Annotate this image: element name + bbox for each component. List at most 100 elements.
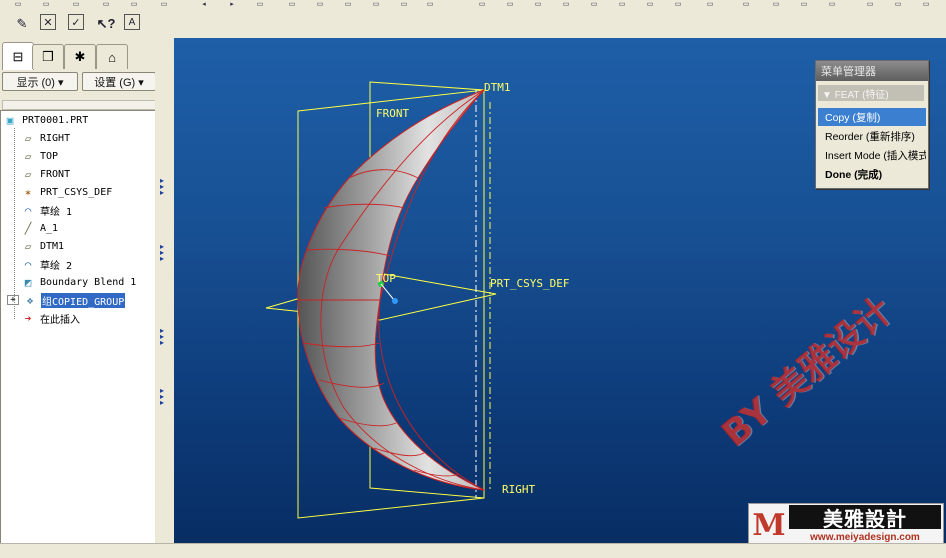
tree-item-csys[interactable]: ✶ PRT_CSYS_DEF <box>21 184 113 200</box>
tree-item-label: 在此插入 <box>40 314 80 326</box>
tree-item-label: FRONT <box>40 168 71 180</box>
zoom-out-icon[interactable]: ▭ <box>556 0 576 8</box>
view-manager-icon[interactable]: ▭ <box>640 0 660 8</box>
menu-item-reorder[interactable]: Reorder (重新排序) <box>818 127 926 145</box>
tree-item-sketch1[interactable]: ⌒ 草绘 1 <box>21 202 73 218</box>
tree-item-insert-here[interactable]: ➔ 在此插入 <box>21 310 81 326</box>
collapse-grip-icon[interactable]: ▸ ▸ ▸ <box>160 177 164 206</box>
group-icon: ❖ <box>26 293 34 307</box>
tree-item-label: PRT0001.PRT <box>22 114 89 126</box>
wireframe-icon[interactable]: ▭ <box>668 0 688 8</box>
save-icon[interactable]: ▭ <box>66 0 86 8</box>
find-icon[interactable]: ▭ <box>394 0 414 8</box>
tree-item-boundary-blend[interactable]: ◩ Boundary Blend 1 <box>21 274 137 290</box>
axis-icon: ╱ <box>24 221 32 235</box>
cut-icon[interactable]: ▭ <box>250 0 270 8</box>
tree-item-right[interactable]: ▱ RIGHT <box>21 130 71 146</box>
menu-item-insert-mode[interactable]: Insert Mode (插入模式) <box>818 146 926 164</box>
csys-icon: ✶ <box>24 185 32 199</box>
annotation-display-icon[interactable]: ▭ <box>888 0 908 8</box>
expand-icon[interactable]: + <box>7 295 19 305</box>
tree-item-label: RIGHT <box>40 132 71 144</box>
mail-icon[interactable]: ▭ <box>124 0 144 8</box>
shading-icon[interactable]: ▭ <box>736 0 756 8</box>
undo-icon[interactable]: ◂ <box>194 0 214 8</box>
tree-item-label: 草绘 2 <box>40 260 73 272</box>
menu-manager-title[interactable]: 菜单管理器 <box>816 61 928 81</box>
tree-item-root[interactable]: ▣ PRT0001.PRT <box>3 112 89 128</box>
csys-axis <box>380 283 395 301</box>
copy-icon[interactable]: ▭ <box>154 0 174 8</box>
datum-points-icon[interactable]: ▭ <box>822 0 842 8</box>
front-label: FRONT <box>376 107 409 120</box>
regenerate-icon[interactable]: ✓ <box>68 14 84 30</box>
menu-header-feat[interactable]: ▼ FEAT (特征) <box>818 85 924 101</box>
repaint-icon[interactable]: ▭ <box>338 0 358 8</box>
status-bar <box>0 543 946 558</box>
datum-planes-icon[interactable]: ▭ <box>766 0 786 8</box>
print-icon[interactable]: ▭ <box>96 0 116 8</box>
edit-definition-icon[interactable]: ✎ <box>12 14 32 34</box>
favorites-tab[interactable]: ✱ <box>64 44 96 69</box>
spin-icon[interactable]: ▭ <box>916 0 936 8</box>
menu-item-done[interactable]: Done (完成) <box>818 165 926 183</box>
regenerate-icon[interactable]: ▭ <box>366 0 386 8</box>
spin-center-icon[interactable]: ▭ <box>472 0 492 8</box>
tree-connector <box>14 128 15 319</box>
redo-icon[interactable]: ▸ <box>222 0 242 8</box>
blend-icon: ◩ <box>24 275 32 289</box>
layers-icon: ❒ <box>42 49 54 64</box>
csys-point-icon[interactable] <box>392 298 398 304</box>
model-tree-tab[interactable]: ⊟ <box>2 42 34 70</box>
logo-url: www.meiyadesign.com <box>810 531 920 543</box>
whats-this-icon[interactable]: ↖? <box>96 14 116 34</box>
panel-splitter[interactable]: ▸ ▸ ▸ ▸ ▸ ▸ ▸ ▸ ▸ ▸ ▸ ▸ <box>155 38 174 557</box>
select-box-icon[interactable]: ▭ <box>420 0 440 8</box>
connections-tab[interactable]: ⌂ <box>96 44 128 69</box>
tree-item-dtm1[interactable]: ▱ DTM1 <box>21 238 65 254</box>
saved-views-icon[interactable]: ▭ <box>612 0 632 8</box>
collapse-grip-icon[interactable]: ▸ ▸ ▸ <box>160 243 164 272</box>
tree-item-top[interactable]: ▱ TOP <box>21 148 59 164</box>
dtm1-label: DTM1 <box>484 81 511 94</box>
tree-item-copied-group[interactable]: + ❖ 组COPIED_GROUP <box>7 292 126 308</box>
tree-item-sketch2[interactable]: ⌒ 草绘 2 <box>21 256 73 272</box>
open-icon[interactable]: ▭ <box>36 0 56 8</box>
top-label: TOP <box>376 272 396 285</box>
menu-item-copy[interactable]: Copy (复制) <box>818 108 926 126</box>
insert-arrow-icon: ➔ <box>24 311 32 325</box>
connections-icon: ⌂ <box>108 49 116 65</box>
tree-filter-strip <box>2 100 156 110</box>
model-tree: ▣ PRT0001.PRT ▱ RIGHT ▱ TOP ▱ FRONT ✶ PR… <box>0 110 157 544</box>
collapse-grip-icon[interactable]: ▸ ▸ ▸ <box>160 327 164 356</box>
annotation-icon[interactable]: A <box>124 14 140 30</box>
delete-icon[interactable]: ✕ <box>40 14 56 30</box>
csys-display-icon[interactable]: ▭ <box>860 0 880 8</box>
new-icon[interactable]: ▭ <box>8 0 28 8</box>
tree-item-label: PRT_CSYS_DEF <box>40 186 113 198</box>
tree-item-label: 草绘 1 <box>40 206 73 218</box>
logo-name: 美雅設計 <box>789 505 941 531</box>
layers-tab[interactable]: ❒ <box>32 44 64 69</box>
datum-plane-icon: ▱ <box>24 149 32 163</box>
refit-icon[interactable]: ▭ <box>584 0 604 8</box>
sketch-icon: ⌒ <box>24 203 32 217</box>
tree-item-label: DTM1 <box>40 240 65 252</box>
orient-icon[interactable]: ▭ <box>500 0 520 8</box>
tree-item-front[interactable]: ▱ FRONT <box>21 166 71 182</box>
paste-special-icon[interactable]: ▭ <box>310 0 330 8</box>
collapse-grip-icon[interactable]: ▸ ▸ ▸ <box>160 387 164 416</box>
tree-options-row: 显示 (0) ▾ 设置 (G) ▾ <box>2 72 156 91</box>
datum-axes-icon[interactable]: ▭ <box>794 0 814 8</box>
boundary-blend-surface[interactable] <box>297 89 485 491</box>
tree-item-axis[interactable]: ╱ A_1 <box>21 220 59 236</box>
paste-icon[interactable]: ▭ <box>282 0 302 8</box>
show-dropdown[interactable]: 显示 (0) ▾ <box>2 72 78 91</box>
sketch-icon: ⌒ <box>24 257 32 271</box>
hidden-line-icon[interactable]: ▭ <box>700 0 720 8</box>
zoom-in-icon[interactable]: ▭ <box>528 0 548 8</box>
settings-dropdown[interactable]: 设置 (G) ▾ <box>82 72 156 91</box>
datum-plane-icon: ▱ <box>24 239 32 253</box>
tree-item-label: A_1 <box>40 222 59 234</box>
navigator-panel: ⊟ ❒ ✱ ⌂ 显示 (0) ▾ 设置 (G) ▾ ▣ PRT0001.PRT … <box>0 38 174 557</box>
